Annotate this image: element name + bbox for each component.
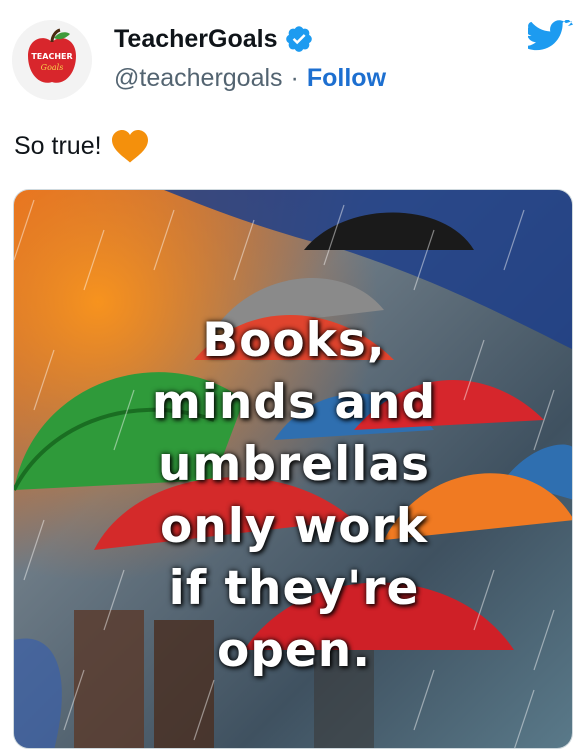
caption-line: minds and	[151, 375, 437, 430]
caption-line: if they're	[168, 561, 420, 616]
separator-dot: ·	[290, 64, 299, 92]
account-handle[interactable]: @teachergoals	[114, 64, 283, 93]
image-caption-text: Books, minds and umbrellas only work if …	[14, 310, 572, 682]
tweet-text-row: So true!	[14, 130, 148, 163]
name-row: TeacherGoals	[114, 24, 314, 54]
handle-row: @teachergoals · Follow	[114, 64, 386, 93]
follow-link[interactable]: Follow	[307, 64, 386, 93]
avatar-apple-logo: TEACHER Goals	[12, 20, 92, 100]
avatar-text-bottom: Goals	[41, 63, 64, 72]
caption-line: only work	[159, 499, 428, 554]
avatar-text-top: TEACHER	[31, 52, 72, 61]
verified-badge-icon	[285, 26, 312, 52]
caption-line: Books,	[202, 313, 386, 368]
tweet-header: TEACHER Goals TeacherGoals @teachergoals…	[0, 0, 574, 110]
tweet-text: So true!	[14, 132, 102, 160]
orange-heart-icon	[111, 130, 148, 163]
caption-line: umbrellas	[157, 437, 431, 492]
avatar[interactable]: TEACHER Goals	[12, 20, 92, 100]
tweet-image[interactable]: Books, minds and umbrellas only work if …	[13, 189, 573, 749]
display-name[interactable]: TeacherGoals	[114, 25, 278, 54]
caption-line: open.	[216, 623, 372, 678]
twitter-bird-icon[interactable]	[528, 20, 574, 58]
